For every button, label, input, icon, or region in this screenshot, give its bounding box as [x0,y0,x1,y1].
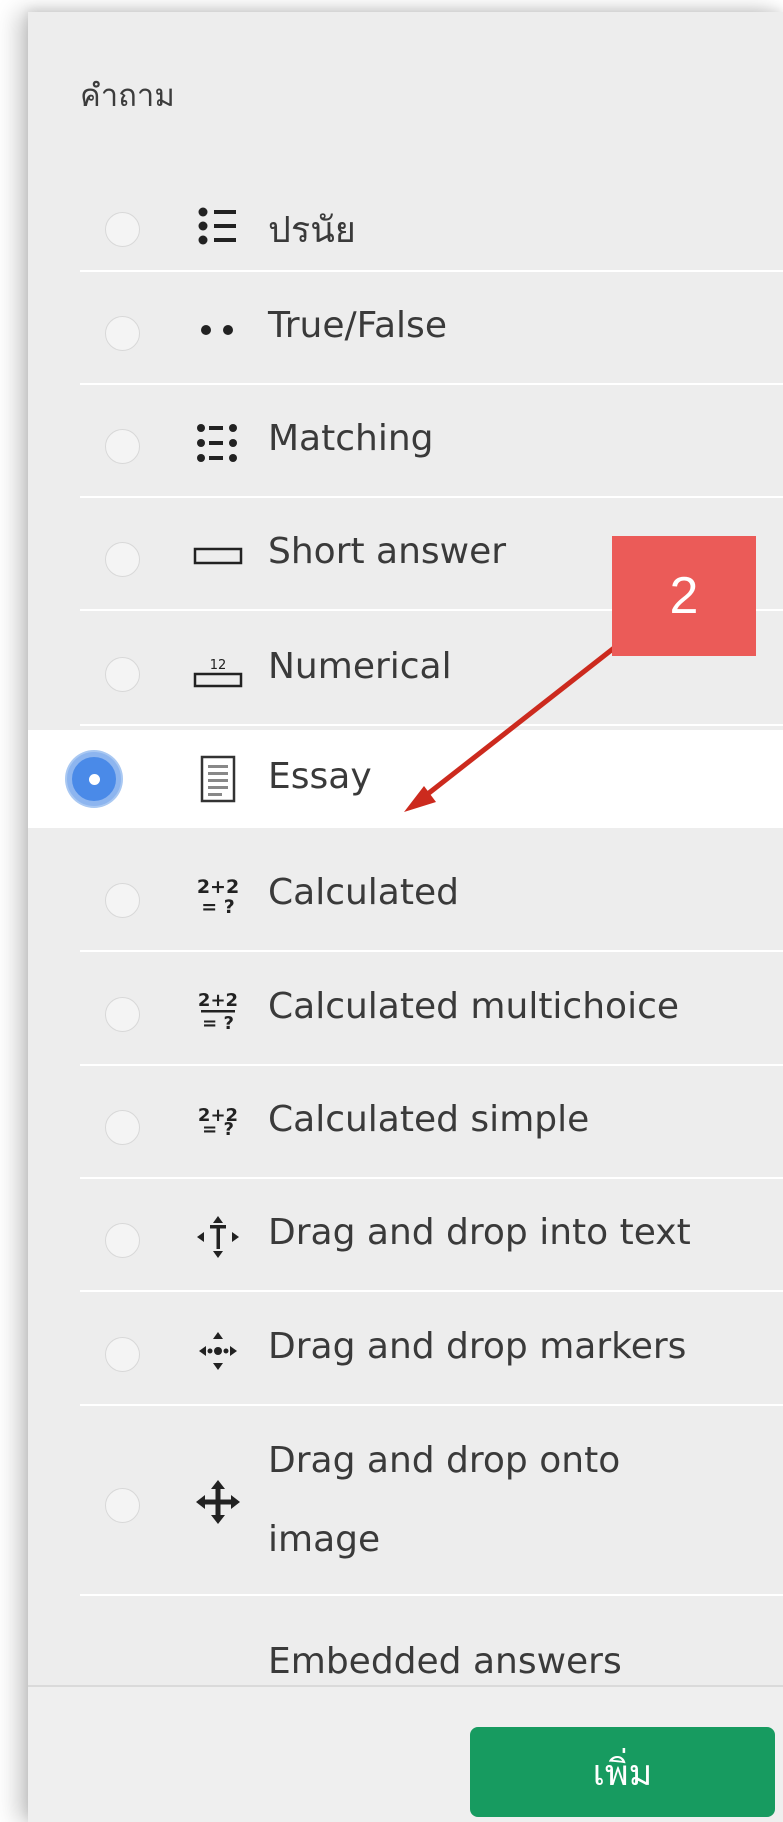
annotation-arrow [404,646,616,812]
annotation-callout: 2 [612,536,756,656]
